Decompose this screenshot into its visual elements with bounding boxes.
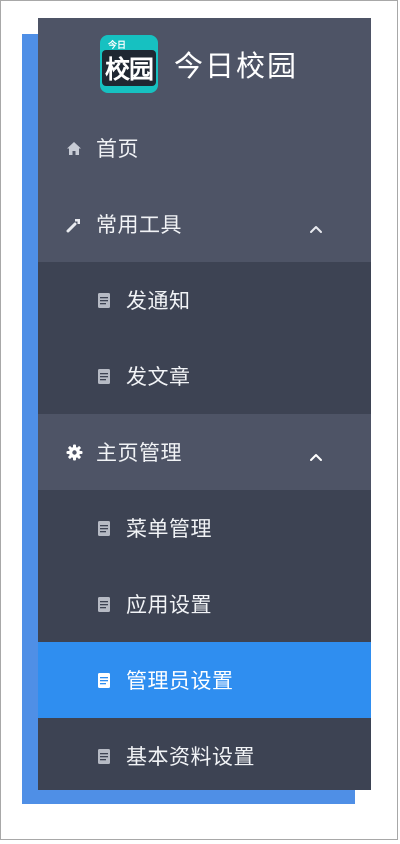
wrench-icon — [64, 214, 84, 234]
chevron-up-icon[interactable] — [309, 219, 323, 233]
app-logo: 今日 校园 — [100, 35, 158, 93]
gear-icon — [64, 442, 84, 462]
submenu-item-basic-info-settings[interactable]: 基本资料设置 — [38, 718, 371, 790]
submenu-item-label: 发文章 — [126, 365, 191, 389]
document-icon — [94, 670, 114, 690]
menu-group-homepage-management-label: 主页管理 — [96, 441, 182, 465]
menu-group-tools-label: 常用工具 — [96, 213, 182, 237]
menu-item-home[interactable]: 首页 — [38, 110, 371, 186]
home-icon — [64, 138, 84, 158]
document-icon — [94, 746, 114, 766]
submenu-item-send-notice[interactable]: 发通知 — [38, 262, 371, 338]
document-icon — [94, 290, 114, 310]
sidebar-header: 今日 校园 今日校园 — [38, 18, 371, 110]
sidebar: 今日 校园 今日校园 首页 常用工具 发通知 发文章 主页管理 菜单管理 应用设… — [38, 18, 371, 790]
menu-group-homepage-management[interactable]: 主页管理 — [38, 414, 371, 490]
logo-small-text: 今日 — [108, 41, 127, 51]
document-icon — [94, 366, 114, 386]
submenu-item-send-article[interactable]: 发文章 — [38, 338, 371, 414]
submenu-item-label: 菜单管理 — [126, 517, 212, 541]
submenu-item-menu-management[interactable]: 菜单管理 — [38, 490, 371, 566]
submenu-item-label: 发通知 — [126, 289, 191, 313]
submenu-item-label: 管理员设置 — [126, 669, 234, 693]
document-icon — [94, 594, 114, 614]
document-icon — [94, 518, 114, 538]
chevron-up-icon[interactable] — [309, 447, 323, 461]
menu-group-tools[interactable]: 常用工具 — [38, 186, 371, 262]
app-title: 今日校园 — [174, 49, 299, 83]
menu-item-home-label: 首页 — [96, 137, 139, 161]
submenu-item-admin-settings[interactable]: 管理员设置 — [38, 642, 371, 718]
logo-big-text: 校园 — [101, 50, 156, 86]
submenu-item-label: 应用设置 — [126, 593, 212, 617]
submenu-item-label: 基本资料设置 — [126, 745, 255, 769]
submenu-item-app-settings[interactable]: 应用设置 — [38, 566, 371, 642]
